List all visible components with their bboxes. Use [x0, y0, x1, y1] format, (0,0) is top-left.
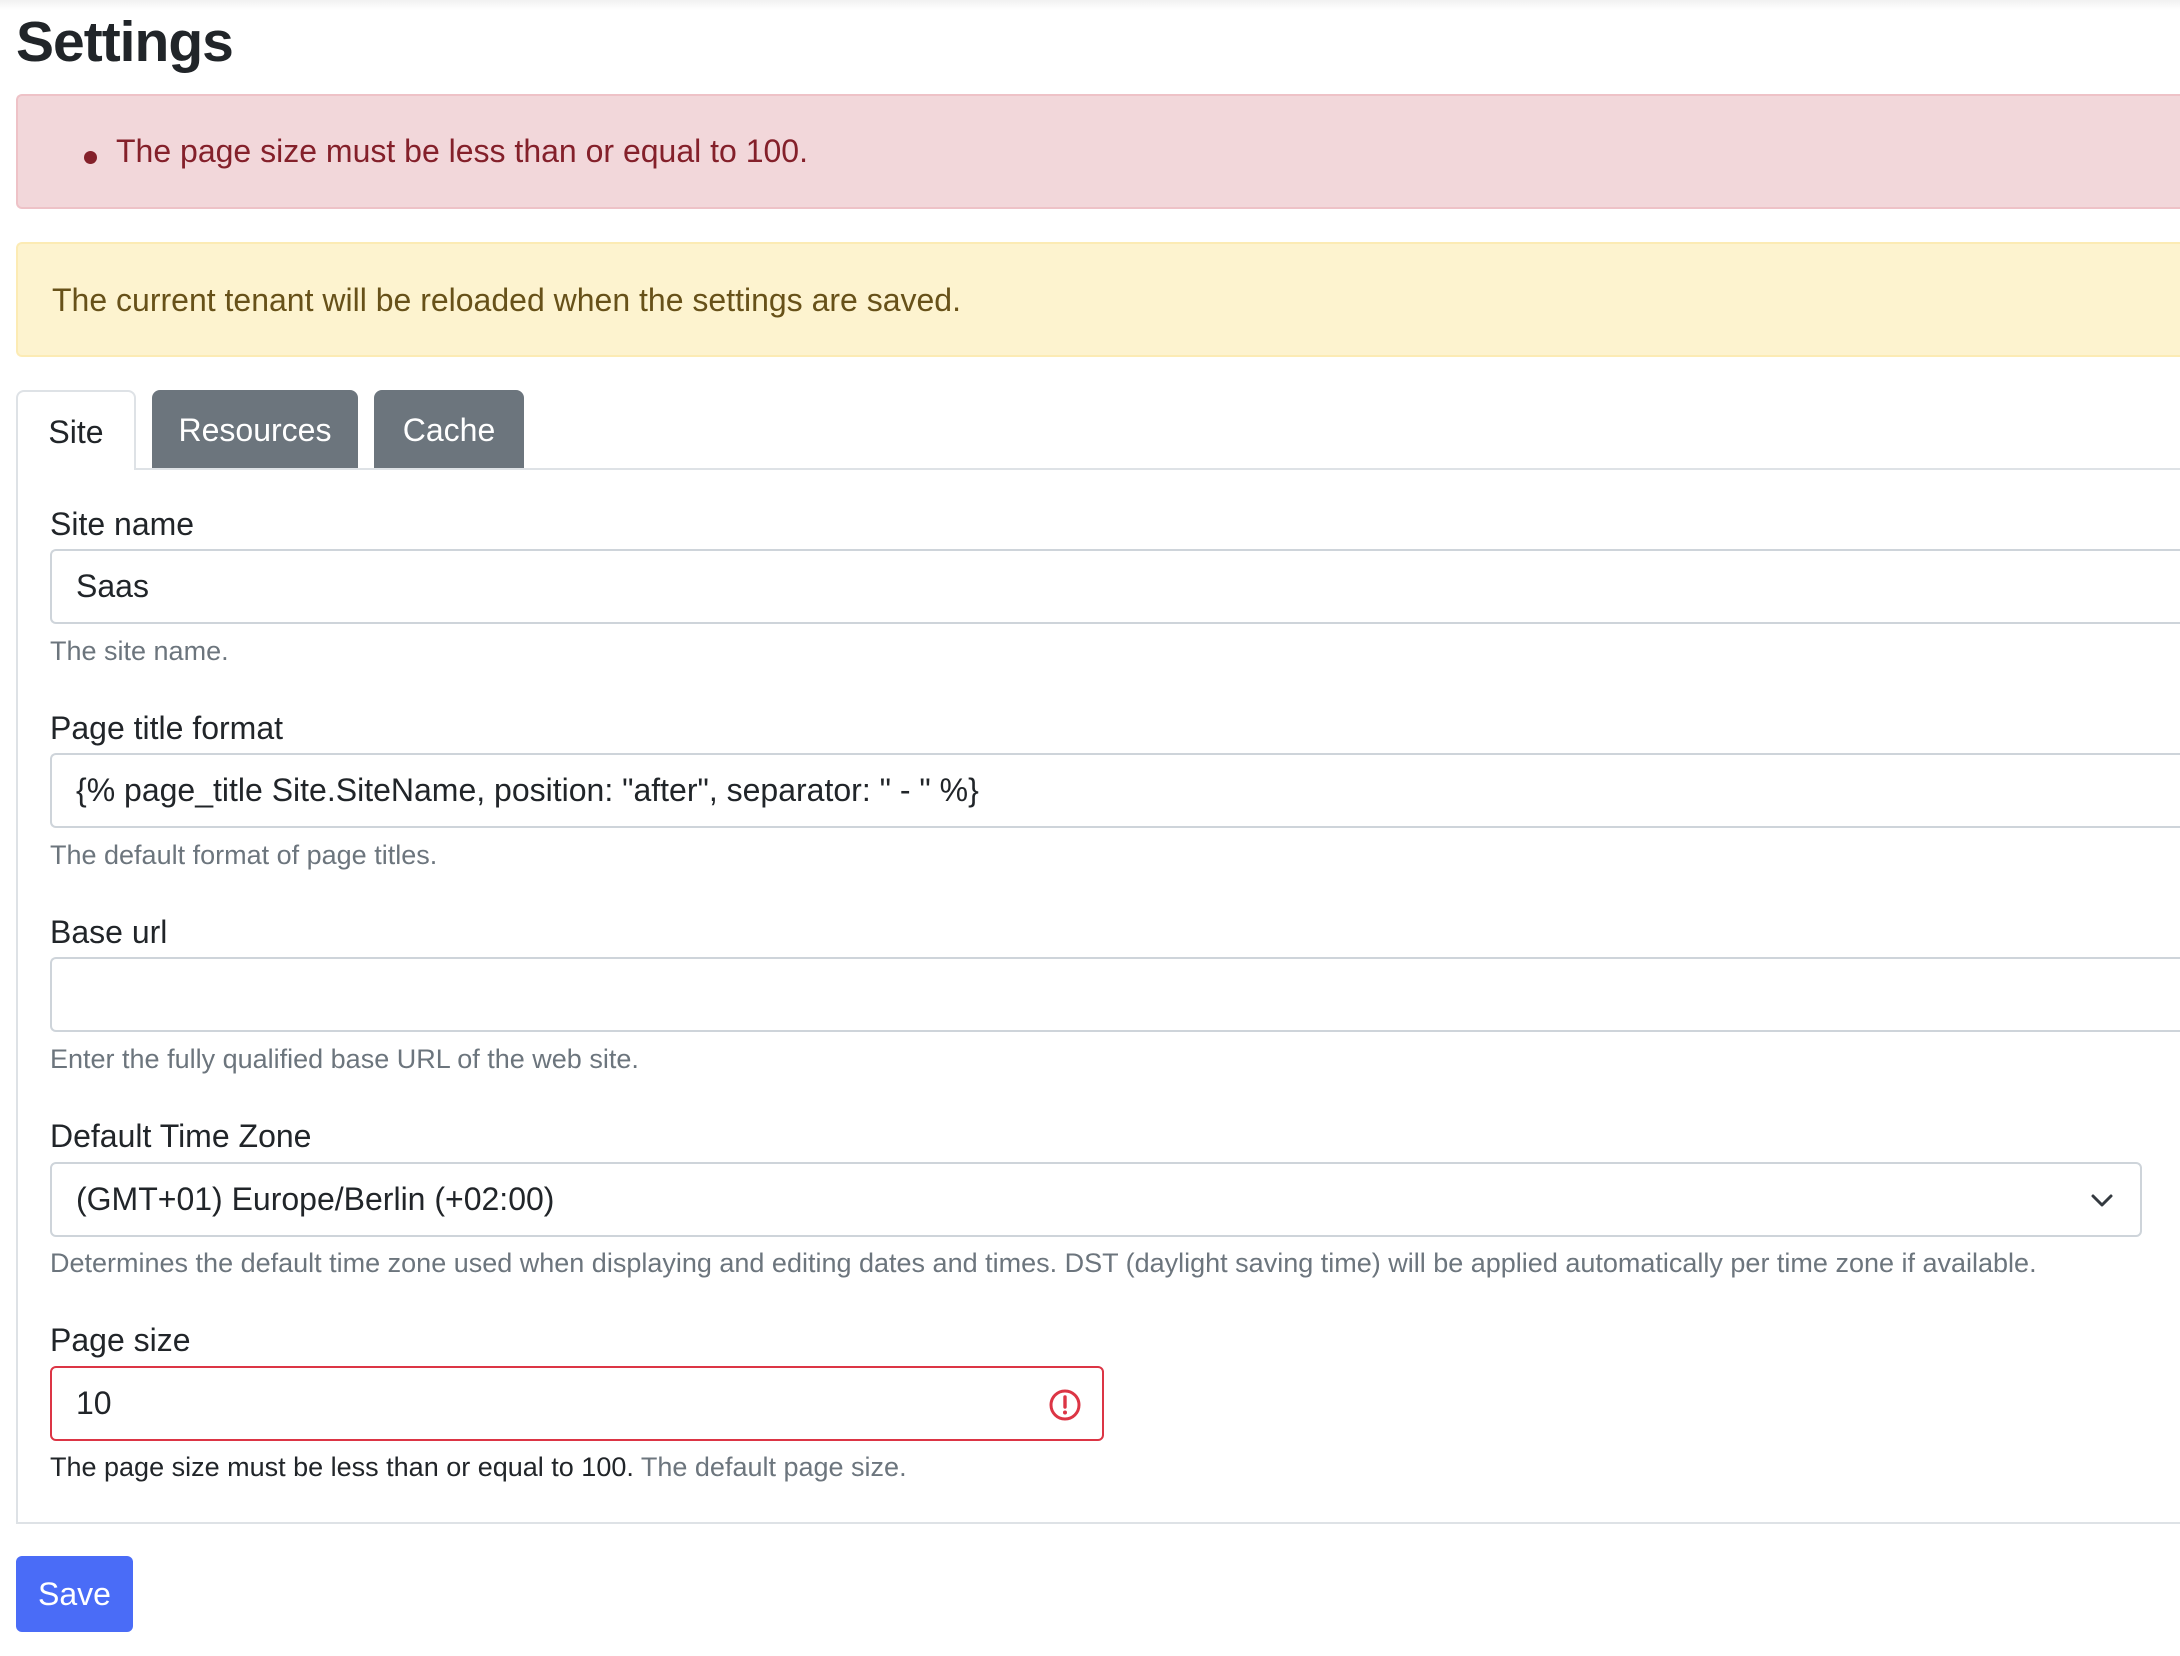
top-shadow	[0, 0, 2180, 10]
validation-summary-alert: The page size must be less than or equal…	[16, 94, 2180, 209]
time-zone-selected: (GMT+01) Europe/Berlin (+02:00)	[76, 1181, 555, 1217]
tab-cache[interactable]: Cache	[374, 390, 524, 470]
page-title-format-input[interactable]	[50, 753, 2180, 828]
site-name-label: Site name	[50, 506, 195, 542]
exclamation-circle-icon	[1049, 1389, 1081, 1421]
page-size-input[interactable]	[50, 1366, 1104, 1441]
settings-page: Settings The page size must be less than…	[0, 0, 2180, 1656]
save-button[interactable]: Save	[16, 1556, 133, 1632]
tab-site[interactable]: Site	[16, 390, 136, 470]
page-size-label: Page size	[50, 1322, 191, 1358]
chevron-down-icon	[2091, 1194, 2113, 1207]
base-url-help: Enter the fully qualified base URL of th…	[50, 1044, 639, 1074]
page-title-format-help: The default format of page titles.	[50, 840, 438, 870]
error-bullet	[84, 151, 97, 164]
time-zone-select[interactable]: (GMT+01) Europe/Berlin (+02:00)	[50, 1162, 2142, 1237]
page-title-format-label: Page title format	[50, 710, 283, 746]
site-name-help: The site name.	[50, 636, 229, 666]
warning-text: The current tenant will be reloaded when…	[52, 282, 961, 318]
site-name-input[interactable]	[50, 549, 2180, 624]
page-size-error: The page size must be less than or equal…	[50, 1452, 634, 1482]
base-url-label: Base url	[50, 914, 168, 950]
page-size-help: The default page size.	[640, 1452, 907, 1482]
tab-resources[interactable]: Resources	[152, 390, 358, 470]
time-zone-label: Default Time Zone	[50, 1118, 312, 1154]
page-size-feedback: The page size must be less than or equal…	[50, 1452, 907, 1483]
error-item: The page size must be less than or equal…	[116, 133, 808, 169]
time-zone-help: Determines the default time zone used wh…	[50, 1248, 2037, 1278]
tenant-reload-warning: The current tenant will be reloaded when…	[16, 242, 2180, 357]
base-url-input[interactable]	[50, 957, 2180, 1032]
page-title: Settings	[16, 10, 234, 74]
